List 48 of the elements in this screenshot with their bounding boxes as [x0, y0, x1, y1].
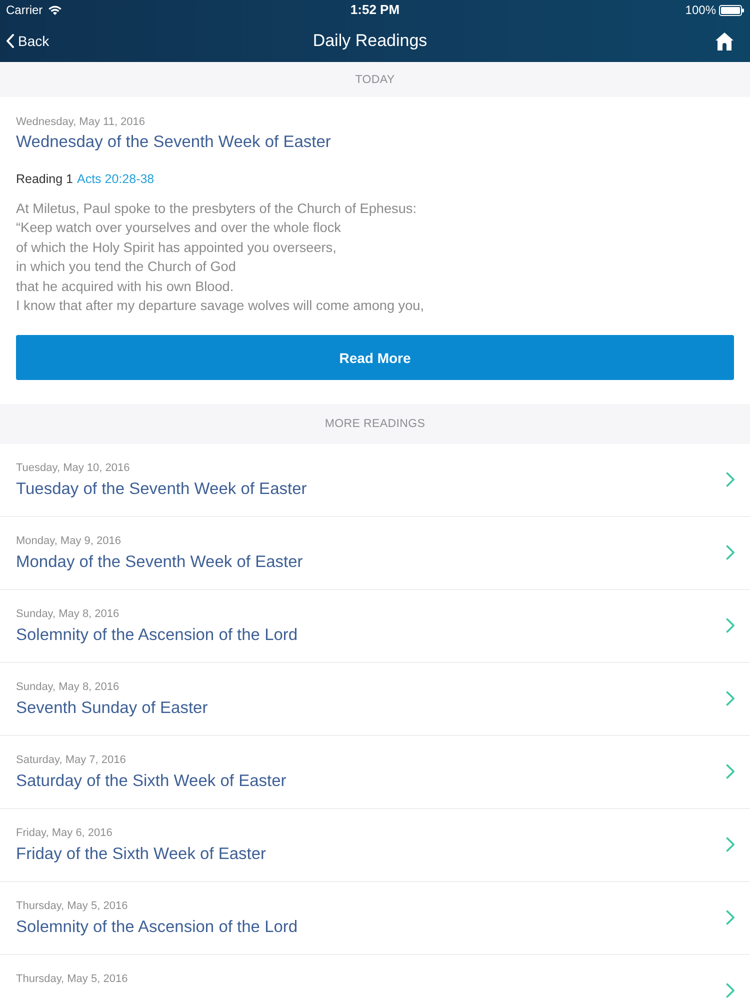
reading-title: Solemnity of the Ascension of the Lord	[16, 625, 298, 646]
reading-date: Wednesday, May 11, 2016	[16, 115, 146, 130]
reading-list-item[interactable]: Monday, May 9, 2016 Monday of the Seventh Week of Easter	[0, 517, 750, 590]
reading-title: Seventh Sunday of Easter	[16, 698, 208, 720]
reading-list-item[interactable]: Thursday, May 5, 2016	[0, 955, 750, 1000]
chevron-right-icon	[726, 764, 735, 780]
reading-title: Saturday of the Sixth Week of Easter	[16, 771, 286, 792]
reading-date: Sunday, May 8, 2016	[16, 680, 120, 696]
chevron-right-icon	[726, 910, 735, 926]
status-time: 1:52 PM	[350, 3, 400, 17]
reading-title: Wednesday of the Seventh Week of Easter	[16, 132, 332, 153]
reading-list-item[interactable]: Saturday, May 7, 2016 Saturday of the Sixth Week of Easter	[0, 736, 750, 810]
home-button[interactable]	[715, 32, 734, 50]
reading-list-item[interactable]: Thursday, May 5, 2016 Solemnity of the Ascension of the Lord	[0, 882, 750, 956]
chevron-right-icon	[726, 545, 735, 560]
reading-list-item[interactable]: Sunday, May 8, 2016 Solemnity of the Ascension of the Lord	[0, 590, 750, 664]
wifi-icon	[48, 5, 62, 15]
reading-date: Saturday, May 7, 2016	[16, 753, 127, 768]
reading-title: Monday of the Seventh Week of Easter	[16, 552, 303, 574]
reading-list-item[interactable]: Sunday, May 8, 2016 Seventh Sunday of Easter	[0, 663, 750, 736]
chevron-right-icon	[726, 618, 735, 634]
chevron-right-icon	[726, 837, 735, 852]
screen-title: Daily Readings	[312, 30, 428, 52]
chevron-right-icon	[726, 983, 735, 998]
reading-date: Thursday, May 5, 2016	[16, 972, 128, 988]
chevron-left-icon	[6, 34, 14, 48]
section-header: TODAY	[0, 62, 750, 97]
reading-list-item[interactable]: Tuesday, May 10, 2016 Tuesday of the Seventh Week of Easter	[0, 444, 750, 518]
reading-date: Thursday, May 5, 2016	[16, 899, 129, 914]
chevron-right-icon	[726, 472, 735, 488]
battery-icon	[719, 4, 744, 16]
reading-title: Solemnity of the Ascension of the Lord	[16, 917, 298, 938]
reading-date: Sunday, May 8, 2016	[16, 607, 120, 622]
home-icon	[715, 32, 734, 50]
battery-percentage: 100%	[685, 3, 716, 17]
reading-text: At Miletus, Paul spoke to the presbyters of the Church of Ephesus: “Keep watch over yourselves and over the whole flock of which the Holy Spirit has appointed you overseers, in which you tend the Church of God that he acquired with his own Blood. I know that after my departure savage wolves will come among you,	[16, 200, 424, 316]
reading-label: Reading 1	[16, 171, 73, 188]
read-more-button[interactable]: Read More	[16, 335, 734, 380]
back-button[interactable]: Back	[6, 33, 50, 49]
reading-title: Tuesday of the Seventh Week of Easter	[16, 479, 307, 500]
chevron-right-icon	[726, 691, 735, 706]
reading-date: Tuesday, May 10, 2016	[16, 461, 131, 476]
reading-date: Friday, May 6, 2016	[16, 826, 114, 842]
reading-title: Friday of the Sixth Week of Easter	[16, 844, 266, 866]
section-header: MORE READINGS	[0, 404, 750, 444]
reading-date: Monday, May 9, 2016	[16, 534, 122, 550]
reading-list-item[interactable]: Friday, May 6, 2016 Friday of the Sixth Week of Easter	[0, 809, 750, 882]
carrier-name: Carrier	[6, 3, 43, 17]
